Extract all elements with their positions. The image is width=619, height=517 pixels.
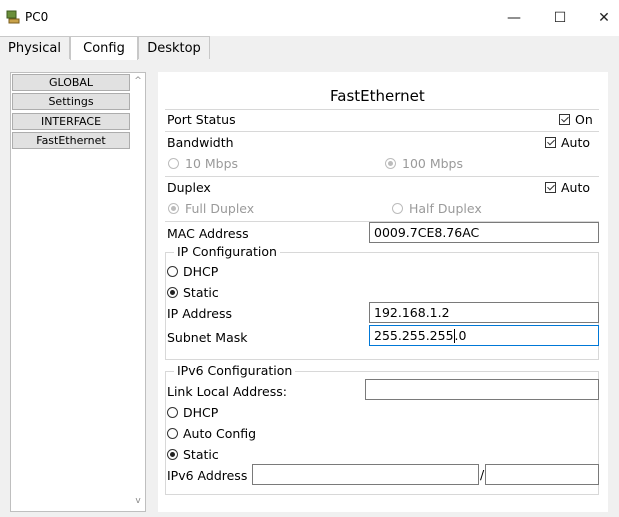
- ipv6-static-radio[interactable]: Static: [167, 447, 219, 462]
- subnet-mask-field[interactable]: 255.255.255.0: [369, 325, 599, 346]
- bw-100-radio[interactable]: 100 Mbps: [385, 156, 463, 171]
- tab-desktop[interactable]: Desktop: [138, 36, 210, 59]
- panel-title: FastEthernet: [330, 87, 425, 105]
- radio-icon: [392, 203, 403, 214]
- bw-10-label: 10 Mbps: [185, 156, 239, 171]
- mac-address-label: MAC Address: [167, 226, 249, 241]
- checkbox-checked-icon: [545, 182, 556, 193]
- radio-icon: [167, 428, 178, 439]
- half-duplex-radio[interactable]: Half Duplex: [392, 201, 482, 216]
- link-local-label: Link Local Address:: [167, 384, 287, 399]
- bw-100-label: 100 Mbps: [402, 156, 463, 171]
- dhcp-radio[interactable]: DHCP: [167, 264, 218, 279]
- ip-address-field[interactable]: 192.168.1.2: [369, 302, 599, 323]
- bandwidth-label: Bandwidth: [167, 135, 234, 150]
- duplex-auto-label: Auto: [561, 180, 591, 195]
- duplex-label: Duplex: [167, 180, 211, 195]
- auto-config-radio[interactable]: Auto Config: [167, 426, 256, 441]
- ip-config-legend: IP Configuration: [174, 244, 280, 259]
- ipv6-address-field[interactable]: [252, 464, 479, 485]
- ipv6-prefix-field[interactable]: [485, 464, 599, 485]
- scroll-up-icon[interactable]: ^: [131, 74, 145, 88]
- tab-physical[interactable]: Physical: [0, 36, 70, 59]
- sidebar-item-interface[interactable]: INTERFACE: [12, 113, 130, 130]
- pc-icon: [6, 10, 20, 24]
- port-status-on-label: On: [575, 112, 593, 127]
- half-duplex-label: Half Duplex: [409, 201, 482, 216]
- radio-selected-icon: [385, 158, 396, 169]
- close-button[interactable]: ✕: [584, 4, 619, 32]
- radio-icon: [167, 266, 178, 277]
- radio-selected-icon: [167, 287, 178, 298]
- sidebar-item-fastethernet[interactable]: FastEthernet: [12, 132, 130, 149]
- link-local-field[interactable]: [365, 379, 599, 400]
- static-label: Static: [183, 285, 219, 300]
- divider: [165, 131, 599, 132]
- divider: [165, 109, 599, 110]
- ipv6-dhcp-label: DHCP: [183, 405, 219, 420]
- ipv6-dhcp-radio[interactable]: DHCP: [167, 405, 218, 420]
- sidebar-item-global[interactable]: GLOBAL: [12, 74, 130, 91]
- static-radio[interactable]: Static: [167, 285, 219, 300]
- mac-address-field[interactable]: 0009.7CE8.76AC: [369, 222, 599, 243]
- subnet-mask-text-b: .0: [454, 328, 467, 343]
- ipv6-address-label: IPv6 Address: [167, 468, 248, 483]
- checkbox-checked-icon: [545, 137, 556, 148]
- bw-10-radio[interactable]: 10 Mbps: [168, 156, 238, 171]
- bandwidth-auto-checkbox[interactable]: Auto: [545, 135, 590, 150]
- maximize-button[interactable]: ☐: [540, 4, 580, 32]
- checkbox-checked-icon: [559, 114, 570, 125]
- auto-config-label: Auto Config: [183, 426, 257, 441]
- dhcp-label: DHCP: [183, 264, 219, 279]
- ipv6-prefix-slash: /: [480, 467, 485, 482]
- radio-selected-icon: [167, 449, 178, 460]
- subnet-mask-label: Subnet Mask: [167, 330, 248, 345]
- port-status-label: Port Status: [167, 112, 236, 127]
- radio-icon: [168, 158, 179, 169]
- duplex-auto-checkbox[interactable]: Auto: [545, 180, 590, 195]
- scroll-down-icon[interactable]: v: [131, 494, 145, 508]
- full-duplex-radio[interactable]: Full Duplex: [168, 201, 254, 216]
- minimize-button[interactable]: —: [494, 4, 534, 32]
- radio-icon: [167, 407, 178, 418]
- ipv6-config-legend: IPv6 Configuration: [174, 363, 296, 378]
- divider: [165, 176, 599, 177]
- ipv6-static-label: Static: [183, 447, 219, 462]
- tab-config[interactable]: Config: [70, 36, 138, 60]
- full-duplex-label: Full Duplex: [185, 201, 255, 216]
- ip-address-label: IP Address: [167, 306, 232, 321]
- bandwidth-auto-label: Auto: [561, 135, 591, 150]
- window-title: PC0: [25, 10, 49, 24]
- subnet-mask-text-a: 255.255.255: [374, 328, 454, 343]
- sidebar-item-settings[interactable]: Settings: [12, 93, 130, 110]
- radio-selected-icon: [168, 203, 179, 214]
- port-status-checkbox[interactable]: On: [559, 112, 593, 127]
